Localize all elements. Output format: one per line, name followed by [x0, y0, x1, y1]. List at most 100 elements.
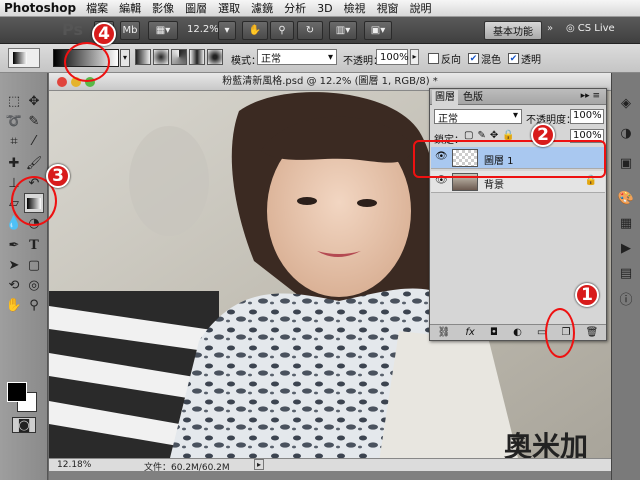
zoom-status[interactable]: 12.18%	[57, 460, 91, 470]
tool-preset-picker[interactable]	[8, 48, 40, 68]
pen-icon: ✒	[8, 237, 20, 253]
3d-rotate-icon: ⟲	[8, 277, 20, 293]
angle-gradient-button[interactable]	[171, 49, 187, 65]
menu-help[interactable]: 說明	[410, 0, 432, 16]
screen-mode-button[interactable]: ▣▾	[364, 21, 392, 40]
transparency-box[interactable]: ✔	[508, 53, 519, 64]
rotate-view-button[interactable]: ↻	[297, 21, 323, 40]
transparency-checkbox[interactable]: ✔ 透明	[508, 51, 541, 66]
lasso-tool[interactable]: ➰	[4, 111, 24, 131]
zoom-tool-button[interactable]: ⚲	[270, 21, 294, 40]
link-layers-icon[interactable]: ⛓	[438, 327, 451, 338]
layer-opacity-input[interactable]: 100%	[570, 109, 604, 124]
quick-selection-tool[interactable]: ✎	[24, 111, 44, 131]
type-tool[interactable]: T	[24, 235, 44, 255]
linear-gradient-button[interactable]	[135, 49, 151, 65]
magnifier-icon: ⚲	[278, 25, 286, 36]
mode-select[interactable]: 正常 ▾	[257, 49, 337, 65]
diamond-gradient-button[interactable]	[207, 49, 223, 65]
document-title: 粉藍清新風格.psd @ 12.2% (圖層 1, RGB/8) *	[222, 76, 438, 87]
cs-live-button[interactable]: ◎ CS Live	[566, 23, 615, 34]
arrange-documents-button[interactable]: ▥▾	[329, 21, 357, 40]
brush-icon: 🖌	[25, 155, 43, 171]
close-icon[interactable]	[57, 77, 67, 87]
reverse-label: 反向	[441, 55, 461, 66]
menu-edit[interactable]: 編輯	[119, 0, 141, 16]
3d-orbit-tool[interactable]: ◎	[24, 275, 44, 295]
tab-channels[interactable]: 色版	[460, 90, 486, 105]
info-dock-button[interactable]: ⓘ	[616, 288, 636, 308]
color-dock-button[interactable]: 🎨	[616, 188, 636, 208]
callout-3: 3	[46, 164, 70, 188]
3d-rotate-tool[interactable]: ⟲	[4, 275, 24, 295]
zoom-level[interactable]: 12.2%	[187, 24, 219, 35]
menu-window[interactable]: 視窗	[377, 0, 399, 16]
path-selection-tool[interactable]: ➤	[4, 255, 24, 275]
palette-icon: 🎨	[617, 190, 635, 206]
workspace-button[interactable]: 基本功能	[484, 21, 542, 40]
adjustment-layer-icon[interactable]: ◐	[513, 327, 522, 338]
reverse-checkbox[interactable]: 反向	[428, 51, 461, 66]
marquee-icon: ⬚	[7, 93, 21, 109]
status-menu-button[interactable]: ▸	[254, 459, 264, 470]
tab-layers[interactable]: 圖層	[432, 90, 458, 105]
actions-dock-button[interactable]: ▶	[616, 238, 636, 258]
history-dock-button[interactable]: ▤	[616, 263, 636, 283]
masks-icon: ▣	[619, 155, 633, 171]
shape-tool[interactable]: ▢	[24, 255, 44, 275]
menu-layer[interactable]: 圖層	[185, 0, 207, 16]
marquee-tool[interactable]: ⬚	[4, 91, 24, 111]
history-icon: ▤	[619, 265, 633, 281]
swatches-dock-button[interactable]: ▦	[616, 213, 636, 233]
menu-file[interactable]: 檔案	[86, 0, 108, 16]
gradient-dropdown[interactable]: ▾	[120, 49, 130, 67]
brush-tool[interactable]: 🖌	[24, 153, 44, 173]
trash-icon[interactable]: 🗑	[586, 327, 599, 338]
menu-analysis[interactable]: 分析	[284, 0, 306, 16]
blend-mode-value: 正常	[438, 114, 458, 125]
layer-style-icon[interactable]: fx	[465, 327, 474, 338]
dither-box[interactable]: ✔	[468, 53, 479, 64]
adjustments-icon: ◑	[620, 125, 632, 141]
mini-bridge-button[interactable]: Mb	[120, 21, 140, 40]
move-icon: ✥	[28, 93, 40, 109]
eyedropper-tool[interactable]: ⁄	[24, 131, 44, 151]
move-tool[interactable]: ✥	[24, 91, 44, 111]
foreground-color-swatch[interactable]	[7, 382, 27, 402]
menu-3d[interactable]: 3D	[317, 2, 332, 15]
view-extras-button[interactable]: ▦▾	[148, 21, 178, 40]
zoom-dropdown-button[interactable]: ▾	[218, 21, 236, 40]
layers-panel-tabs: 圖層 色版 ▸▸ ≡	[430, 89, 606, 105]
blend-mode-select[interactable]: 正常 ▾	[434, 109, 522, 125]
pen-tool[interactable]: ✒	[4, 235, 24, 255]
arrange-icon: ▥▾	[335, 25, 351, 36]
layers-dock-button[interactable]: ◈	[616, 93, 636, 113]
chevron-down-icon: ▾	[224, 25, 230, 36]
3d-orbit-icon: ◎	[28, 277, 40, 293]
quick-mask-button[interactable]: ◙	[12, 417, 36, 433]
reverse-box[interactable]	[428, 53, 439, 64]
callout-1: 1	[575, 283, 599, 307]
hand-tool[interactable]: ✋	[4, 295, 24, 315]
masks-dock-button[interactable]: ▣	[616, 153, 636, 173]
radial-gradient-button[interactable]	[153, 49, 169, 65]
hand-tool-button[interactable]: ✋	[242, 21, 268, 40]
menu-select[interactable]: 選取	[218, 0, 240, 16]
healing-brush-tool[interactable]: ✚	[4, 153, 24, 173]
zoom-tool[interactable]: ⚲	[24, 295, 44, 315]
more-workspaces-button[interactable]: »	[547, 23, 553, 34]
app-menu[interactable]: Photoshop	[4, 1, 76, 15]
file-info: 文件：60.2M/60.2M	[144, 463, 230, 473]
crop-tool[interactable]: ⌗	[4, 131, 24, 151]
reflected-gradient-button[interactable]	[189, 49, 205, 65]
play-icon: ▶	[621, 240, 631, 256]
dither-checkbox[interactable]: ✔ 混色	[468, 51, 501, 66]
menu-filter[interactable]: 濾鏡	[251, 0, 273, 16]
opacity-input[interactable]: 100%	[376, 49, 409, 65]
add-mask-icon[interactable]: ◘	[490, 327, 498, 338]
adjustments-dock-button[interactable]: ◑	[616, 123, 636, 143]
opacity-slider-button[interactable]: ▸	[410, 49, 419, 65]
menu-image[interactable]: 影像	[152, 0, 174, 16]
panel-menu-icon[interactable]: ▸▸ ≡	[581, 91, 600, 101]
menu-view[interactable]: 檢視	[344, 0, 366, 16]
